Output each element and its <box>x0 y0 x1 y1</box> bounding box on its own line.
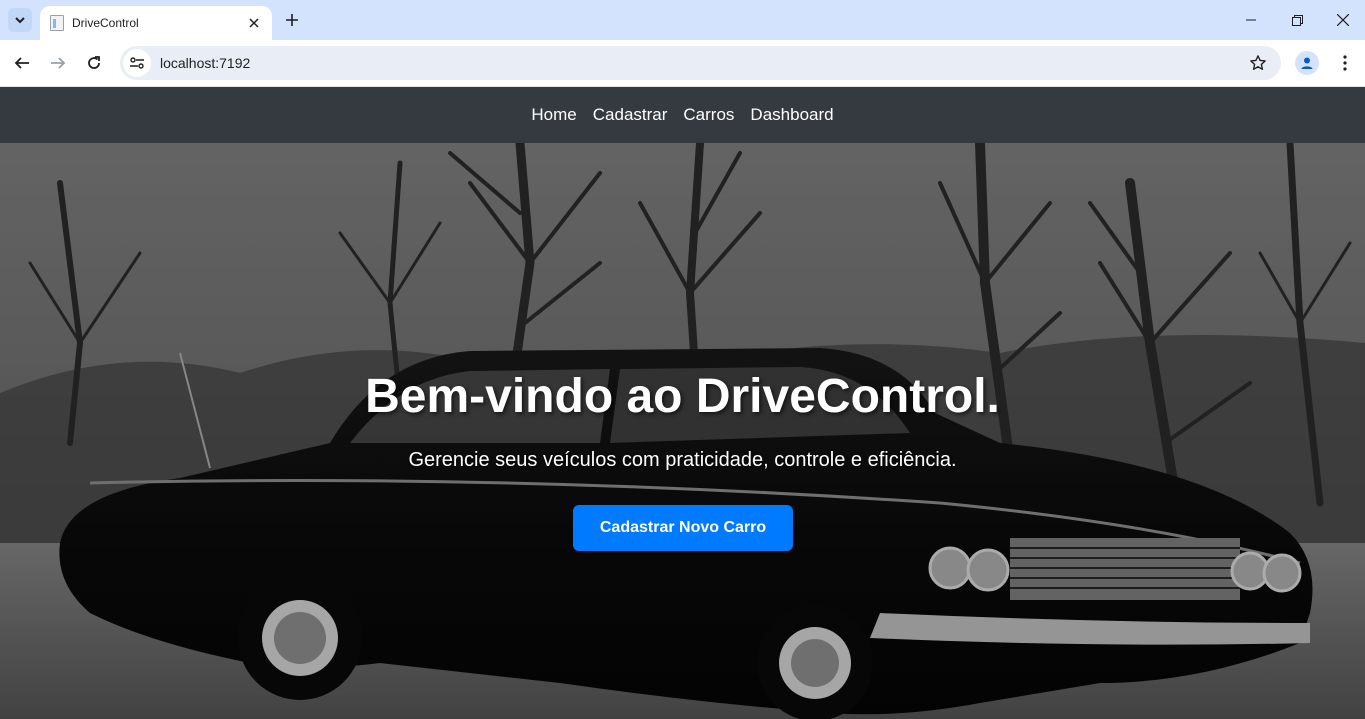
site-navbar: Home Cadastrar Carros Dashboard <box>0 87 1365 143</box>
url-text[interactable]: localhost:7192 <box>160 55 1243 71</box>
hero-content: Bem-vindo ao DriveControl. Gerencie seus… <box>0 143 1365 719</box>
reload-icon[interactable] <box>80 49 108 77</box>
minimize-icon[interactable] <box>1228 0 1274 40</box>
register-new-car-button[interactable]: Cadastrar Novo Carro <box>573 505 793 551</box>
back-icon[interactable] <box>8 49 36 77</box>
nav-link-home[interactable]: Home <box>531 105 576 125</box>
nav-link-carros[interactable]: Carros <box>683 105 734 125</box>
site-info-icon[interactable] <box>123 49 151 77</box>
browser-toolbar: localhost:7192 <box>0 40 1365 87</box>
tab-title: DriveControl <box>72 16 139 30</box>
address-bar[interactable]: localhost:7192 <box>120 46 1281 80</box>
tab-search-icon[interactable] <box>8 8 32 32</box>
browser-tab[interactable]: DriveControl <box>40 6 272 40</box>
new-tab-icon[interactable] <box>280 8 304 32</box>
restore-icon[interactable] <box>1274 0 1320 40</box>
browser-menu-icon[interactable] <box>1331 49 1359 77</box>
profile-avatar-icon[interactable] <box>1295 51 1319 75</box>
page-favicon-icon <box>50 15 64 31</box>
browser-tab-bar: DriveControl <box>0 0 1365 40</box>
tab-close-icon[interactable] <box>244 13 264 33</box>
hero-title: Bem-vindo ao DriveControl. <box>365 370 1000 423</box>
hero-section: Bem-vindo ao DriveControl. Gerencie seus… <box>0 143 1365 719</box>
forward-icon[interactable] <box>44 49 72 77</box>
nav-link-cadastrar[interactable]: Cadastrar <box>593 105 668 125</box>
nav-link-dashboard[interactable]: Dashboard <box>750 105 833 125</box>
hero-subtitle: Gerencie seus veículos com praticidade, … <box>408 449 957 471</box>
bookmark-star-icon[interactable] <box>1243 48 1273 78</box>
close-window-icon[interactable] <box>1320 0 1365 40</box>
